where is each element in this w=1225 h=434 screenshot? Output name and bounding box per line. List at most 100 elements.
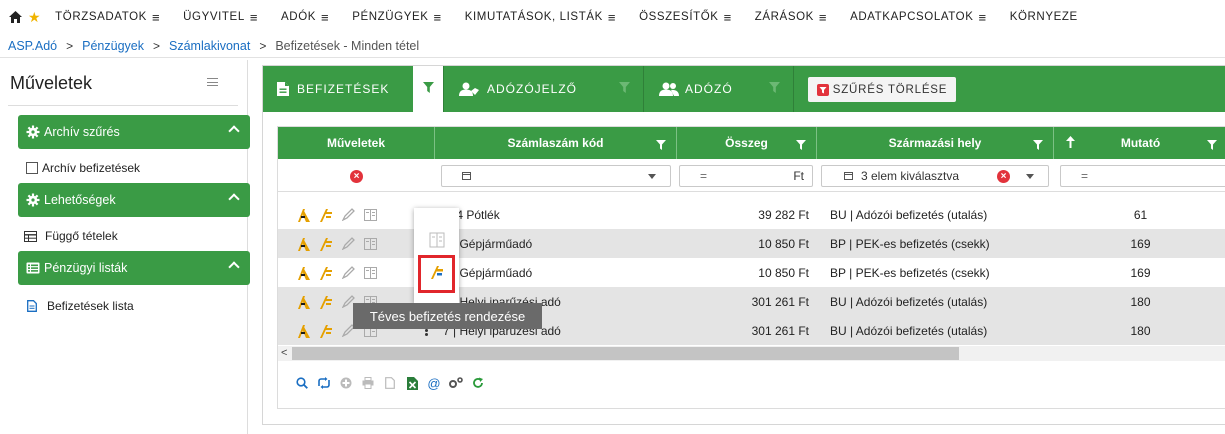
- breadcrumb-link-szamlakivonat[interactable]: Számlakivonat: [169, 39, 250, 53]
- menu-torzsadatok[interactable]: TÖRZSADATOK ≡: [55, 10, 160, 25]
- sidebar-group-label: Archív szűrés: [44, 125, 120, 139]
- clear-filters-label: SZŰRÉS TÖRLÉSE: [832, 83, 948, 96]
- menu-adok[interactable]: ADÓK ≡: [281, 10, 329, 25]
- tab-befizetesek[interactable]: BEFIZETÉSEK: [277, 66, 389, 112]
- menu-kimutatasok[interactable]: KIMUTATÁSOK, LISTÁK ≡: [465, 10, 616, 25]
- filter-icon[interactable]: [656, 139, 666, 153]
- taxpayer-tag-icon[interactable]: [294, 265, 314, 281]
- mutato-filter-input[interactable]: =: [1060, 165, 1225, 187]
- szamlaszam-filter-select[interactable]: [441, 165, 671, 187]
- tax-flag-icon[interactable]: [316, 236, 336, 252]
- osszeg-filter-input[interactable]: = Ft: [679, 165, 813, 187]
- column-header-osszeg[interactable]: Összeg: [677, 127, 817, 159]
- row-actions: [294, 200, 382, 229]
- horizontal-scrollbar[interactable]: <: [278, 346, 1225, 361]
- sidebar-item-fuggo-tetelek[interactable]: Függő tételek: [24, 229, 118, 243]
- menu-hamburger-icon: ≡: [607, 9, 617, 25]
- tab-adozo[interactable]: ADÓZÓ: [659, 66, 733, 112]
- menu-hamburger-icon: ≡: [978, 9, 987, 25]
- taxpayer-tag-icon[interactable]: [294, 323, 314, 339]
- checkbox[interactable]: [26, 162, 38, 174]
- column-title: Műveletek: [326, 136, 386, 150]
- column-header-szarmazasi-hely[interactable]: Származási hely: [817, 127, 1054, 159]
- sidebar-item-befizetesek-lista[interactable]: Befizetések lista: [27, 299, 134, 313]
- menu-ugyvitel[interactable]: ÜGYVITEL ≡: [183, 10, 258, 25]
- excel-export-icon[interactable]: [402, 375, 422, 391]
- menu-hamburger-icon: ≡: [723, 9, 732, 25]
- taxpayer-tag-icon[interactable]: [294, 207, 314, 223]
- details-icon[interactable]: [360, 207, 380, 223]
- email-icon[interactable]: @: [424, 375, 444, 391]
- clear-filters-button[interactable]: SZŰRÉS TÖRLÉSE: [808, 77, 956, 102]
- menu-zarasok[interactable]: ZÁRÁSOK ≡: [755, 10, 827, 25]
- breadcrumb-link-aspado[interactable]: ASP.Adó: [8, 39, 57, 53]
- fix-wrong-payment-button[interactable]: [418, 255, 455, 293]
- sidebar-group-penzugyi-listak[interactable]: Pénzügyi listák: [18, 251, 250, 285]
- sidebar-item-archiv-befizetesek[interactable]: Archív befizetések: [26, 161, 140, 175]
- filter-icon[interactable]: [1033, 139, 1043, 153]
- details-icon[interactable]: [360, 265, 380, 281]
- settings-icon[interactable]: [446, 375, 466, 391]
- column-title: Mutató: [1120, 136, 1161, 150]
- column-header-szamlaszam[interactable]: Számlaszám kód: [435, 127, 677, 159]
- sidebar-item-label: Befizetések lista: [47, 299, 134, 313]
- refresh-transfer-icon[interactable]: [314, 375, 334, 391]
- filter-icon[interactable]: [796, 139, 806, 153]
- fix-payment-icon: [429, 264, 445, 285]
- grid-footer-toolbar: @: [292, 375, 490, 391]
- menu-label: ZÁRÁSOK: [754, 11, 814, 23]
- tax-flag-icon[interactable]: [316, 207, 336, 223]
- clear-filter-icon: [816, 83, 829, 96]
- clear-selection-icon[interactable]: ×: [997, 170, 1010, 183]
- scroll-left-arrow-icon[interactable]: <: [281, 347, 287, 359]
- edit-icon[interactable]: [338, 207, 358, 223]
- details-icon[interactable]: [360, 236, 380, 252]
- cell-osszeg: 301 261 Ft: [751, 323, 809, 338]
- column-header-mutato[interactable]: Mutató: [1054, 127, 1225, 159]
- tax-flag-icon[interactable]: [316, 265, 336, 281]
- tax-flag-icon[interactable]: [316, 323, 336, 339]
- scrollbar-thumb[interactable]: [292, 347, 959, 360]
- menu-kornyezet[interactable]: KÖRNYEZE: [1010, 11, 1078, 23]
- edit-icon[interactable]: [338, 265, 358, 281]
- reload-icon[interactable]: [468, 375, 488, 391]
- document-icon[interactable]: [380, 375, 400, 391]
- favorites-star-icon[interactable]: ★: [28, 9, 41, 26]
- menu-hamburger-icon: ≡: [249, 9, 259, 25]
- print-icon[interactable]: [358, 375, 378, 391]
- menu-penzugyek[interactable]: PÉNZÜGYEK ≡: [352, 10, 442, 25]
- tax-flag-icon[interactable]: [316, 294, 336, 310]
- tab-adozojelzo[interactable]: ADÓZÓJELZŐ: [459, 66, 577, 112]
- search-icon[interactable]: [292, 375, 312, 391]
- breadcrumb-link-penzugyek[interactable]: Pénzügyek: [82, 39, 144, 53]
- cell-szarmazasi-hely: BU | Adózói befizetés (utalás): [830, 294, 988, 309]
- operator-label: =: [1081, 169, 1089, 183]
- menu-adatkapcsolatok[interactable]: ADATKAPCSOLATOK ≡: [850, 10, 987, 25]
- add-icon[interactable]: [336, 375, 356, 391]
- taxpayer-tag-icon[interactable]: [294, 236, 314, 252]
- edit-icon[interactable]: [338, 236, 358, 252]
- home-icon[interactable]: [8, 10, 22, 24]
- sidebar-group-label: Pénzügyi listák: [44, 261, 128, 275]
- filter-adozojelzo-button[interactable]: [609, 66, 639, 112]
- sort-ascending-icon[interactable]: [1066, 136, 1075, 151]
- sidebar: Műveletek Archív szűrés Archív befizetés…: [8, 60, 250, 434]
- clear-all-filters-icon[interactable]: ×: [350, 170, 363, 183]
- sidebar-item-label: Archív befizetések: [42, 161, 141, 175]
- gear-icon: [26, 125, 40, 139]
- calendar-icon: [844, 172, 853, 180]
- taxpayer-tag-icon[interactable]: [294, 294, 314, 310]
- menu-osszesitok[interactable]: ÖSSZESÍTŐK ≡: [639, 10, 732, 25]
- details-icon[interactable]: [429, 232, 445, 248]
- menu-label: PÉNZÜGYEK: [352, 11, 429, 23]
- sidebar-menu-icon[interactable]: [207, 78, 218, 86]
- sidebar-group-archiv-szures[interactable]: Archív szűrés: [18, 115, 250, 149]
- menu-hamburger-icon: ≡: [321, 9, 330, 25]
- unit-label: Ft: [793, 169, 804, 183]
- cell-szarmazasi-hely: BU | Adózói befizetés (utalás): [830, 207, 988, 222]
- filter-icon[interactable]: [1207, 139, 1217, 153]
- szarmazasi-hely-filter-select[interactable]: 3 elem kiválasztva ×: [821, 165, 1049, 187]
- sidebar-group-lehetosegek[interactable]: Lehetőségek: [18, 183, 250, 217]
- filter-befizetesek-button[interactable]: [413, 66, 443, 112]
- filter-adozo-button[interactable]: [759, 66, 789, 112]
